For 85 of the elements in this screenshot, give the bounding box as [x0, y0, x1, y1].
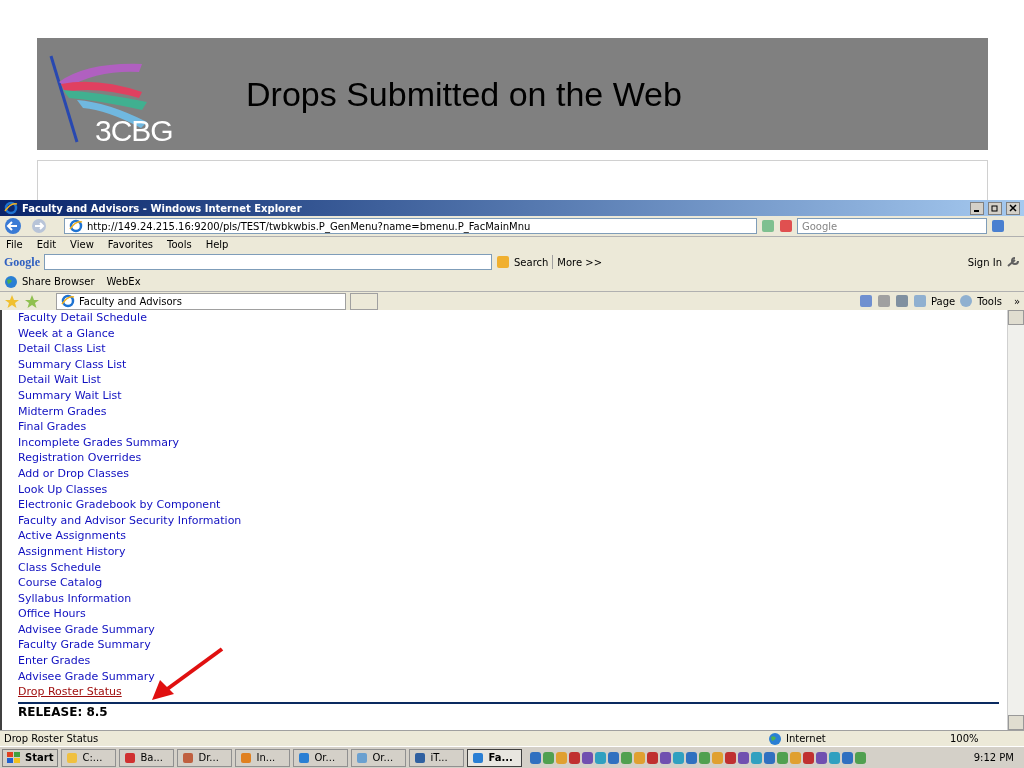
- app-icon: [124, 751, 137, 764]
- query-field[interactable]: Google: [797, 218, 987, 234]
- menu-link[interactable]: Midterm Grades: [18, 404, 107, 418]
- internet-zone-icon: [768, 731, 782, 746]
- menu-item[interactable]: File: [6, 237, 23, 252]
- start-button[interactable]: Start: [2, 748, 59, 767]
- app-icon: [298, 751, 311, 764]
- taskbar-button[interactable]: iT...: [409, 748, 465, 767]
- menu-link[interactable]: Office Hours: [18, 607, 86, 621]
- menu-link[interactable]: Advisee Grade Summary: [18, 669, 155, 683]
- taskbar-button[interactable]: Ba...: [119, 748, 175, 767]
- menu-item[interactable]: Edit: [36, 237, 57, 252]
- zone-label: Internet: [786, 732, 827, 746]
- app-icon: [356, 751, 369, 764]
- minimize-button[interactable]: [970, 201, 984, 215]
- menu-item[interactable]: Help: [205, 237, 229, 252]
- menu-item[interactable]: Tools: [167, 237, 192, 252]
- scrollbar[interactable]: [1007, 310, 1024, 730]
- windows-logo-icon: [7, 751, 21, 764]
- tab-icon: [61, 294, 75, 308]
- menu-link[interactable]: Faculty and Advisor Security Information: [18, 513, 242, 527]
- logo-text: 3CBG: [95, 113, 173, 149]
- menu-link[interactable]: Electronic Gradebook by Component: [18, 498, 221, 512]
- share-icon: [4, 274, 18, 289]
- menu-link[interactable]: Assignment History: [18, 544, 126, 558]
- wrench-icon[interactable]: [1006, 256, 1020, 268]
- browser-logo-icon: [4, 201, 18, 215]
- menu-link[interactable]: Week at a Glance: [18, 326, 115, 340]
- menu-link[interactable]: Detail Class List: [18, 342, 106, 356]
- address-field[interactable]: http://149.24.215.16:9200/pls/TEST/twbkwbis.P_GenMenu?name=bmenu.P_FacMainMnu: [64, 218, 757, 234]
- menu-link[interactable]: Active Assignments: [18, 529, 127, 543]
- menu-item[interactable]: View: [70, 237, 94, 252]
- menu-link[interactable]: Incomplete Grades Summary: [18, 435, 179, 449]
- new-tab-button[interactable]: [350, 292, 378, 310]
- clock: 9:12 PM: [973, 751, 1015, 765]
- restore-icon: [991, 204, 999, 212]
- google-logo: Google: [4, 254, 40, 271]
- sign-in-button[interactable]: Sign In: [967, 254, 1002, 270]
- release-label: RELEASE: 8.5: [18, 703, 109, 720]
- menu-link[interactable]: Faculty Detail Schedule: [18, 311, 147, 324]
- tools-button[interactable]: Tools: [977, 293, 1002, 309]
- more-button[interactable]: More >>: [557, 254, 603, 270]
- slide-title: Drops Submitted on the Web: [246, 73, 682, 115]
- menu-link[interactable]: Faculty Grade Summary: [18, 638, 151, 652]
- star-icon[interactable]: [24, 294, 40, 308]
- menu-link[interactable]: Course Catalog: [18, 576, 103, 590]
- browser-tab[interactable]: Faculty and Advisors: [56, 292, 346, 310]
- menu-link[interactable]: Advisee Grade Summary: [18, 622, 155, 636]
- app-icon: [240, 751, 253, 764]
- menu-link[interactable]: Final Grades: [18, 420, 87, 434]
- taskbar-button[interactable]: In...: [235, 748, 291, 767]
- close-button[interactable]: [1006, 201, 1020, 215]
- menu-link[interactable]: Summary Wait List: [18, 388, 122, 402]
- menu-link[interactable]: Registration Overrides: [18, 451, 142, 465]
- taskbar-button[interactable]: C:...: [61, 748, 117, 767]
- menu-link[interactable]: Add or Drop Classes: [18, 466, 129, 480]
- menu-link[interactable]: Syllabus Information: [18, 591, 132, 605]
- webex-button[interactable]: WebEx: [106, 274, 141, 289]
- close-icon: [1009, 204, 1017, 212]
- overflow-button[interactable]: »: [1013, 293, 1020, 309]
- menu-link[interactable]: Drop Roster Status: [18, 685, 122, 699]
- menu-link[interactable]: Class Schedule: [18, 560, 101, 574]
- app-icon: [66, 751, 79, 764]
- app-icon: [472, 751, 485, 764]
- forward-button[interactable]: [30, 217, 48, 235]
- status-text: Drop Roster Status: [4, 732, 100, 746]
- menu-link[interactable]: Detail Wait List: [18, 373, 101, 387]
- taskbar-button[interactable]: Or...: [351, 748, 407, 767]
- menu-link[interactable]: Enter Grades: [18, 654, 91, 668]
- taskbar-button[interactable]: Or...: [293, 748, 349, 767]
- window-title: Faculty and Advisors - Windows Internet Explorer: [22, 201, 303, 216]
- menu-item[interactable]: Favorites: [107, 237, 153, 252]
- menu-link[interactable]: Summary Class List: [18, 357, 127, 371]
- app-icon: [414, 751, 427, 764]
- taskbar-button[interactable]: Fa...: [467, 748, 523, 767]
- zoom-button[interactable]: 100%: [950, 731, 1020, 746]
- share-browser-button[interactable]: Share Browser: [22, 274, 95, 289]
- google-search-field[interactable]: [44, 254, 492, 270]
- taskbar-button[interactable]: Dr...: [177, 748, 233, 767]
- app-icon: [182, 751, 195, 764]
- menu-link[interactable]: Look Up Classes: [18, 482, 108, 496]
- restore-button[interactable]: [988, 201, 1002, 215]
- star-icon[interactable]: [4, 294, 20, 308]
- google-search-button[interactable]: Search: [514, 254, 549, 270]
- page-button[interactable]: Page: [931, 293, 956, 309]
